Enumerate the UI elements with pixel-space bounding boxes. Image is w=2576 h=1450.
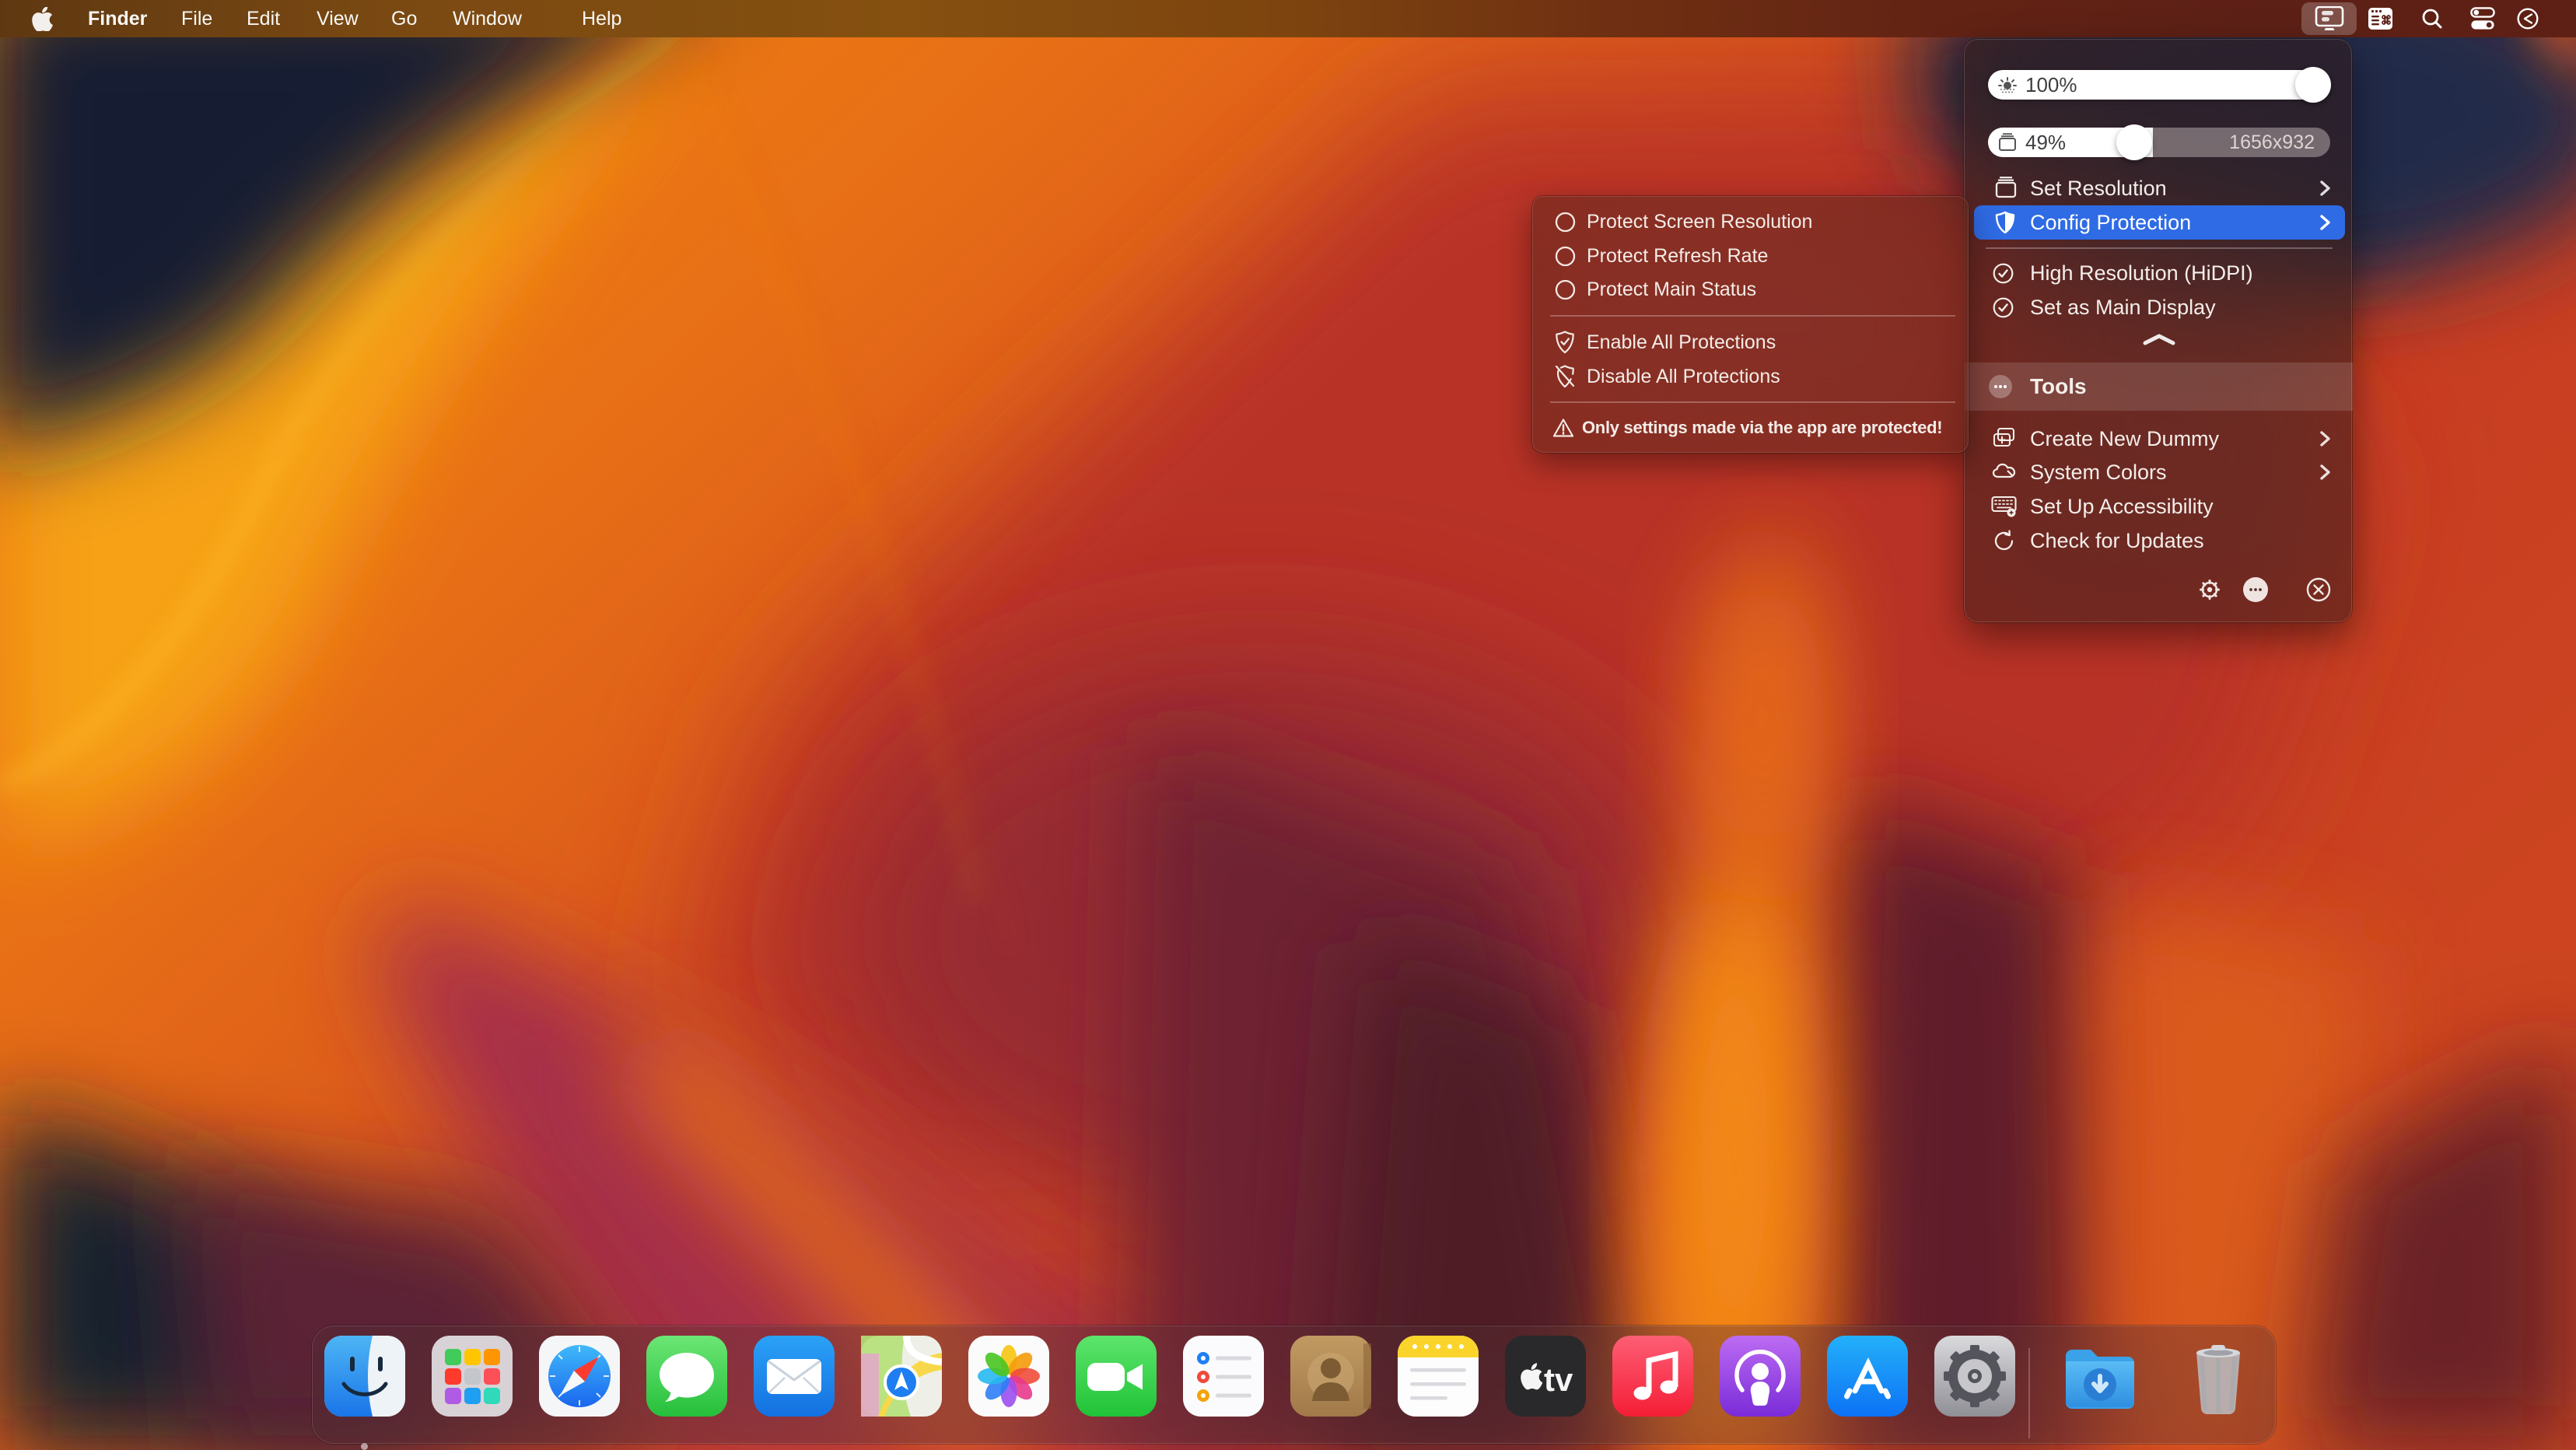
svg-text:tv: tv <box>1544 1361 1573 1398</box>
